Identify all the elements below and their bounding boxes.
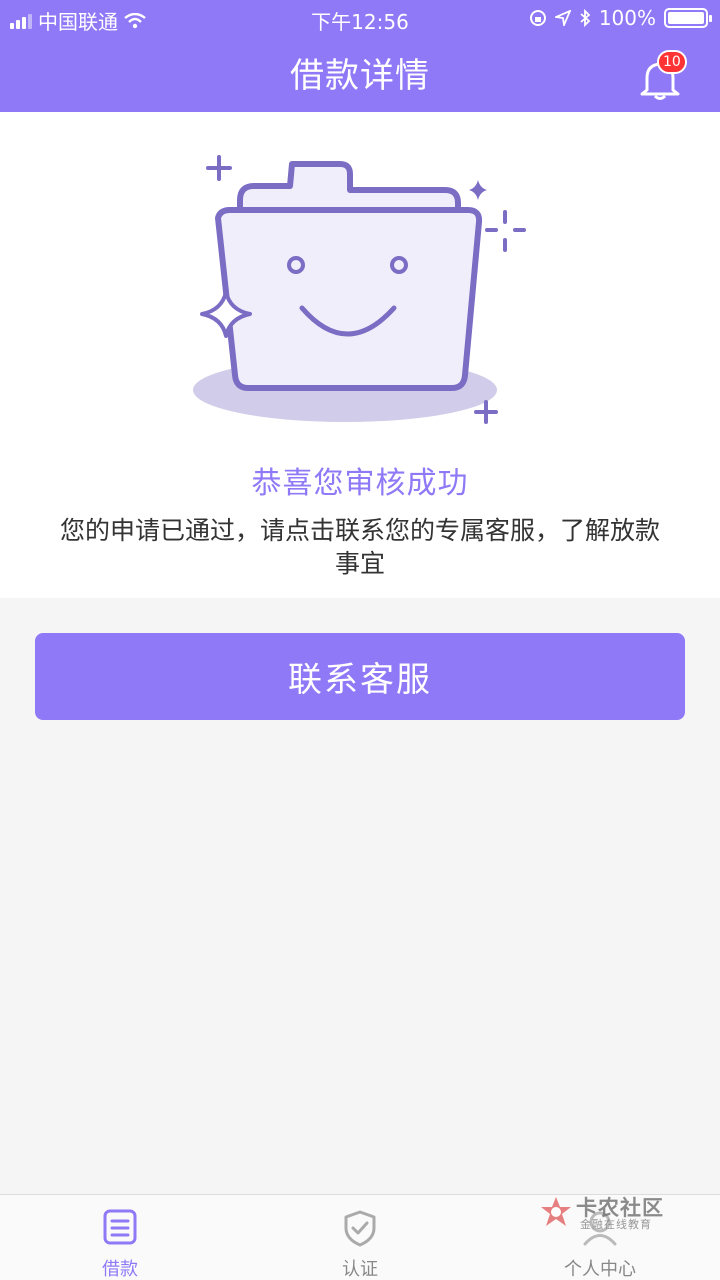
success-title: 恭喜您审核成功 (251, 466, 469, 501)
app-header: 中国联通 下午12:56 100% 借款详情 10 (0, 0, 720, 112)
happy-folder-illustration (193, 155, 526, 424)
contact-service-button[interactable]: 联系客服 (35, 633, 685, 720)
location-icon (554, 10, 571, 26)
watermark-subtitle: 金融在线教育 (580, 1218, 652, 1231)
battery-icon (664, 8, 712, 28)
status-right: 100% (529, 6, 712, 30)
battery-percent: 100% (598, 6, 656, 30)
tab-label: 个人中心 (564, 1259, 636, 1280)
tab-label: 借款 (102, 1259, 138, 1280)
tab-loan[interactable]: 借款 (0, 1195, 240, 1280)
page-title: 借款详情 (290, 56, 430, 96)
battery-fill (668, 12, 704, 24)
community-logo-icon (541, 1197, 571, 1226)
tab-label: 认证 (342, 1259, 378, 1280)
shield-check-icon (344, 1210, 376, 1247)
success-description: 您的申请已通过，请点击联系您的专属客服，了解放款事宜 (59, 516, 660, 578)
notification-badge: 10 (657, 50, 687, 74)
bluetooth-icon (580, 9, 591, 27)
document-list-icon (103, 1209, 137, 1245)
status-bar: 中国联通 下午12:56 100% (0, 0, 720, 36)
watermark-logo: 卡农社区 金融在线教育 (538, 1192, 668, 1236)
tab-verify[interactable]: 认证 (240, 1195, 480, 1280)
rotation-lock-icon (529, 10, 546, 26)
